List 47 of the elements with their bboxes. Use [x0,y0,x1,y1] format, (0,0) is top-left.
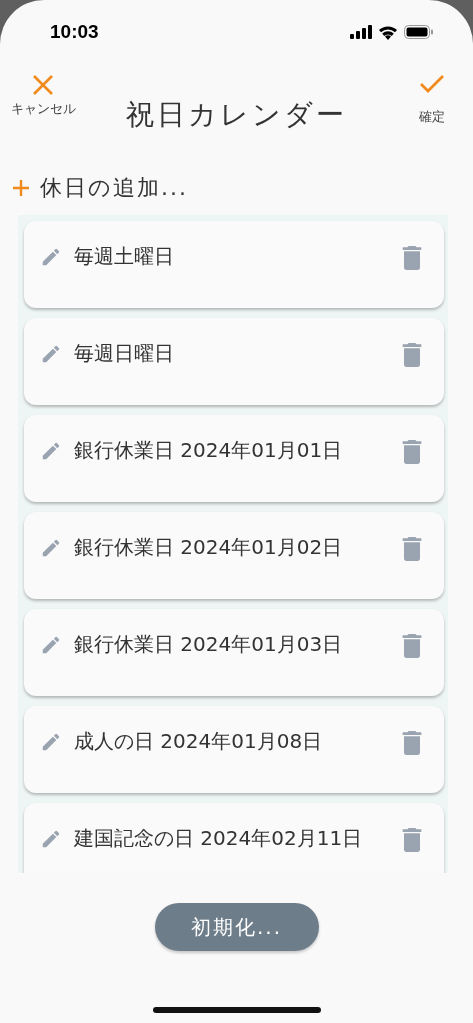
pencil-icon [40,634,62,656]
delete-button[interactable] [402,828,422,855]
pencil-icon [40,343,62,365]
delete-button[interactable] [402,440,422,467]
pencil-icon [40,246,62,268]
checkmark-icon [419,74,445,94]
holiday-card[interactable]: 銀行休業日 2024年01月02日 [24,512,444,599]
trash-icon [402,343,422,367]
wifi-icon [378,24,398,40]
cancel-button[interactable]: キャンセル [10,74,76,116]
holiday-card[interactable]: 建国記念の日 2024年02月11日 [24,803,444,873]
pencil-icon [40,440,62,462]
trash-icon [402,634,422,658]
delete-button[interactable] [402,731,422,758]
holiday-label: 銀行休業日 2024年01月01日 [74,437,344,462]
battery-icon [404,25,433,39]
screen-title: 祝日カレンダー [126,97,347,133]
holiday-label: 毎週日曜日 [74,340,175,365]
holiday-label: 銀行休業日 2024年01月03日 [74,631,344,656]
close-icon [32,74,54,96]
delete-button[interactable] [402,343,422,370]
trash-icon [402,828,422,852]
holiday-label: 毎週土曜日 [74,243,175,268]
delete-button[interactable] [402,634,422,661]
holiday-card[interactable]: 毎週土曜日 [24,221,444,308]
trash-icon [402,440,422,464]
pencil-icon [40,537,62,559]
signal-icon [350,25,372,39]
holiday-label: 成人の日 2024年01月08日 [74,728,324,753]
holiday-label: 銀行休業日 2024年01月02日 [74,534,344,559]
holiday-card[interactable]: 毎週日曜日 [24,318,444,405]
add-holiday-button[interactable]: 休日の追加... [12,173,188,203]
status-time: 10:03 [50,21,99,43]
trash-icon [402,537,422,561]
delete-button[interactable] [402,246,422,273]
trash-icon [402,246,422,270]
holiday-label: 建国記念の日 2024年02月11日 [74,825,364,850]
holiday-card[interactable]: 成人の日 2024年01月08日 [24,706,444,793]
confirm-button[interactable]: 確定 [397,74,467,126]
pencil-icon [40,828,62,850]
holiday-card[interactable]: 銀行休業日 2024年01月03日 [24,609,444,696]
plus-icon [12,179,30,197]
pencil-icon [40,731,62,753]
delete-button[interactable] [402,537,422,564]
holiday-card[interactable]: 銀行休業日 2024年01月01日 [24,415,444,502]
trash-icon [402,731,422,755]
reset-button[interactable]: 初期化... [154,903,319,951]
